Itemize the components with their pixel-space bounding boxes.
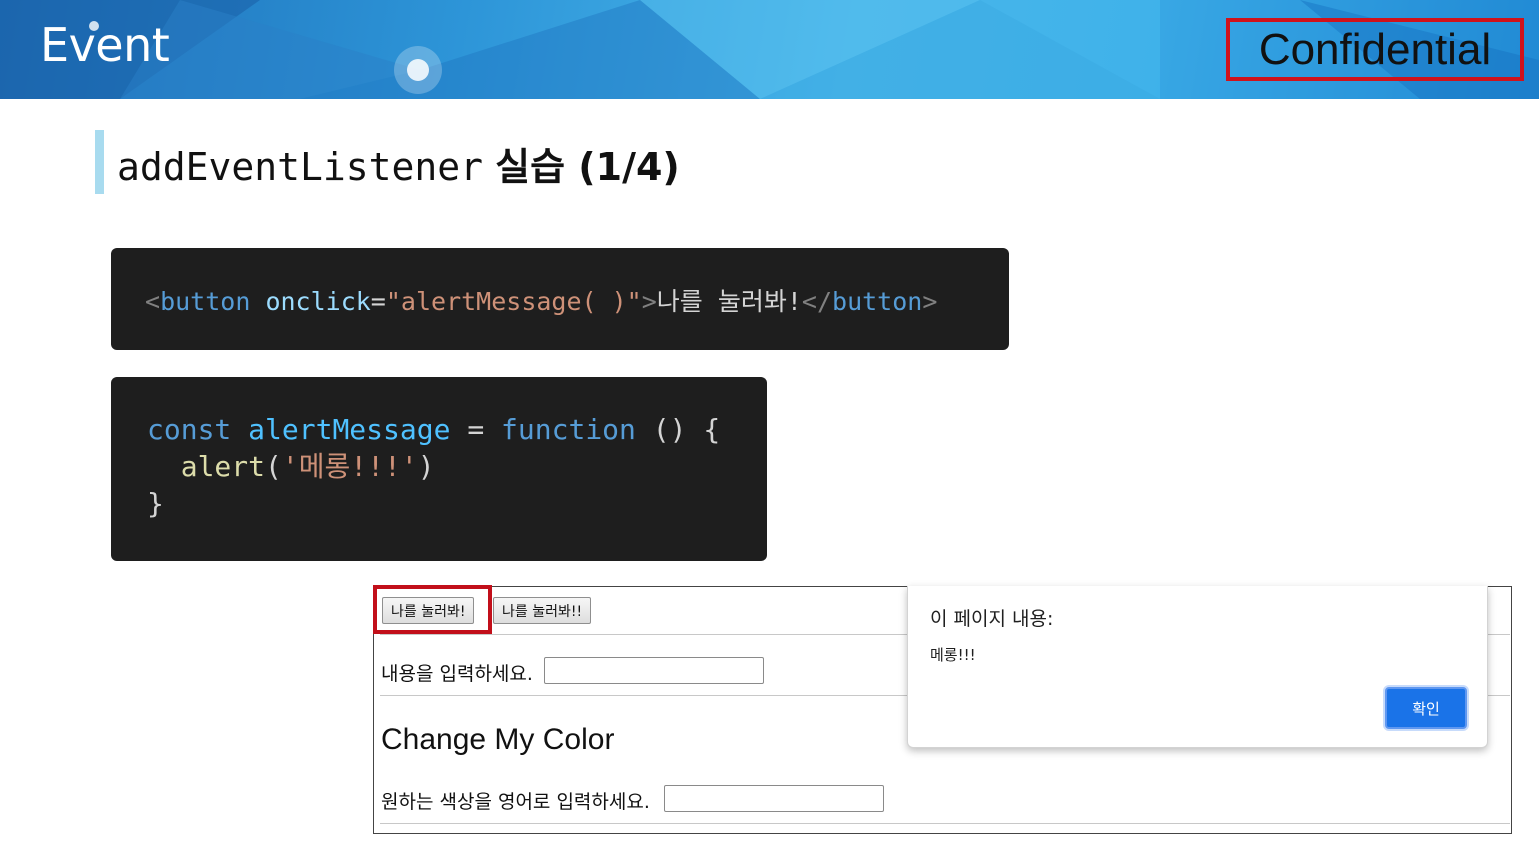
highlight-box — [373, 585, 492, 634]
code-keyword-function: function — [501, 413, 636, 446]
code-paren-open: ( — [265, 450, 282, 483]
code-inner-text: 나를 눌러봐! — [656, 287, 802, 316]
ok-button[interactable]: 확인 — [1385, 687, 1467, 729]
code-line-1: const alertMessage = function () { — [147, 411, 767, 448]
code-attr-value: "alertMessage( )" — [385, 287, 642, 316]
section-title: Event — [40, 18, 170, 72]
code-eq: = — [370, 287, 386, 316]
dialog-title: 이 페이지 내용: — [930, 608, 1054, 630]
code-tag: button — [160, 287, 251, 316]
js-code-block: const alertMessage = function () { alert… — [111, 377, 767, 561]
code-paren-close: ) — [417, 450, 435, 483]
color-input[interactable] — [664, 785, 884, 812]
slide-heading: addEventListener 실습 (1/4) — [117, 136, 680, 191]
code-line-3: } — [147, 487, 164, 520]
code-end-tag: button — [832, 287, 923, 316]
color-input-label: 원하는 색상을 영어로 입력하세요. — [381, 791, 650, 813]
confidential-label: Confidential — [1258, 24, 1492, 74]
code-keyword-const: const — [147, 413, 232, 446]
code-open-bracket: < — [145, 287, 161, 316]
html-code-block: <button onclick="alertMessage( )">나를 눌러봐… — [111, 248, 1009, 350]
heading-code-part: addEventListener — [117, 145, 484, 189]
content-input[interactable] — [544, 657, 764, 684]
heading-text-part: 실습 (1/4) — [495, 145, 680, 189]
divider — [380, 823, 1510, 824]
change-color-heading: Change My Color — [381, 723, 615, 756]
content-input-label: 내용을 입력하세요. — [381, 663, 533, 685]
code-alert-fn: alert — [180, 450, 266, 483]
header-banner: Event Confidential — [0, 0, 1539, 99]
code-end-open: </ — [801, 287, 833, 316]
dialog-message: 메롱!!! — [930, 646, 976, 664]
code-assign: = — [467, 413, 485, 446]
code-close-bracket: > — [641, 287, 657, 316]
press-me-button-2[interactable]: 나를 눌러봐!! — [493, 597, 592, 624]
code-line-2: alert('메롱!!!') — [147, 448, 767, 485]
code-var-name: alertMessage — [248, 413, 451, 446]
code-alert-arg: '메롱!!!' — [281, 450, 418, 483]
code-end-close: > — [922, 287, 938, 316]
heading-accent-bar — [95, 130, 104, 194]
confidential-badge: Confidential — [1226, 18, 1524, 81]
alert-dialog: 이 페이지 내용: 메롱!!! 확인 — [907, 586, 1488, 748]
code-attr: onclick — [265, 287, 371, 316]
code-fn-parens: () { — [652, 413, 721, 446]
